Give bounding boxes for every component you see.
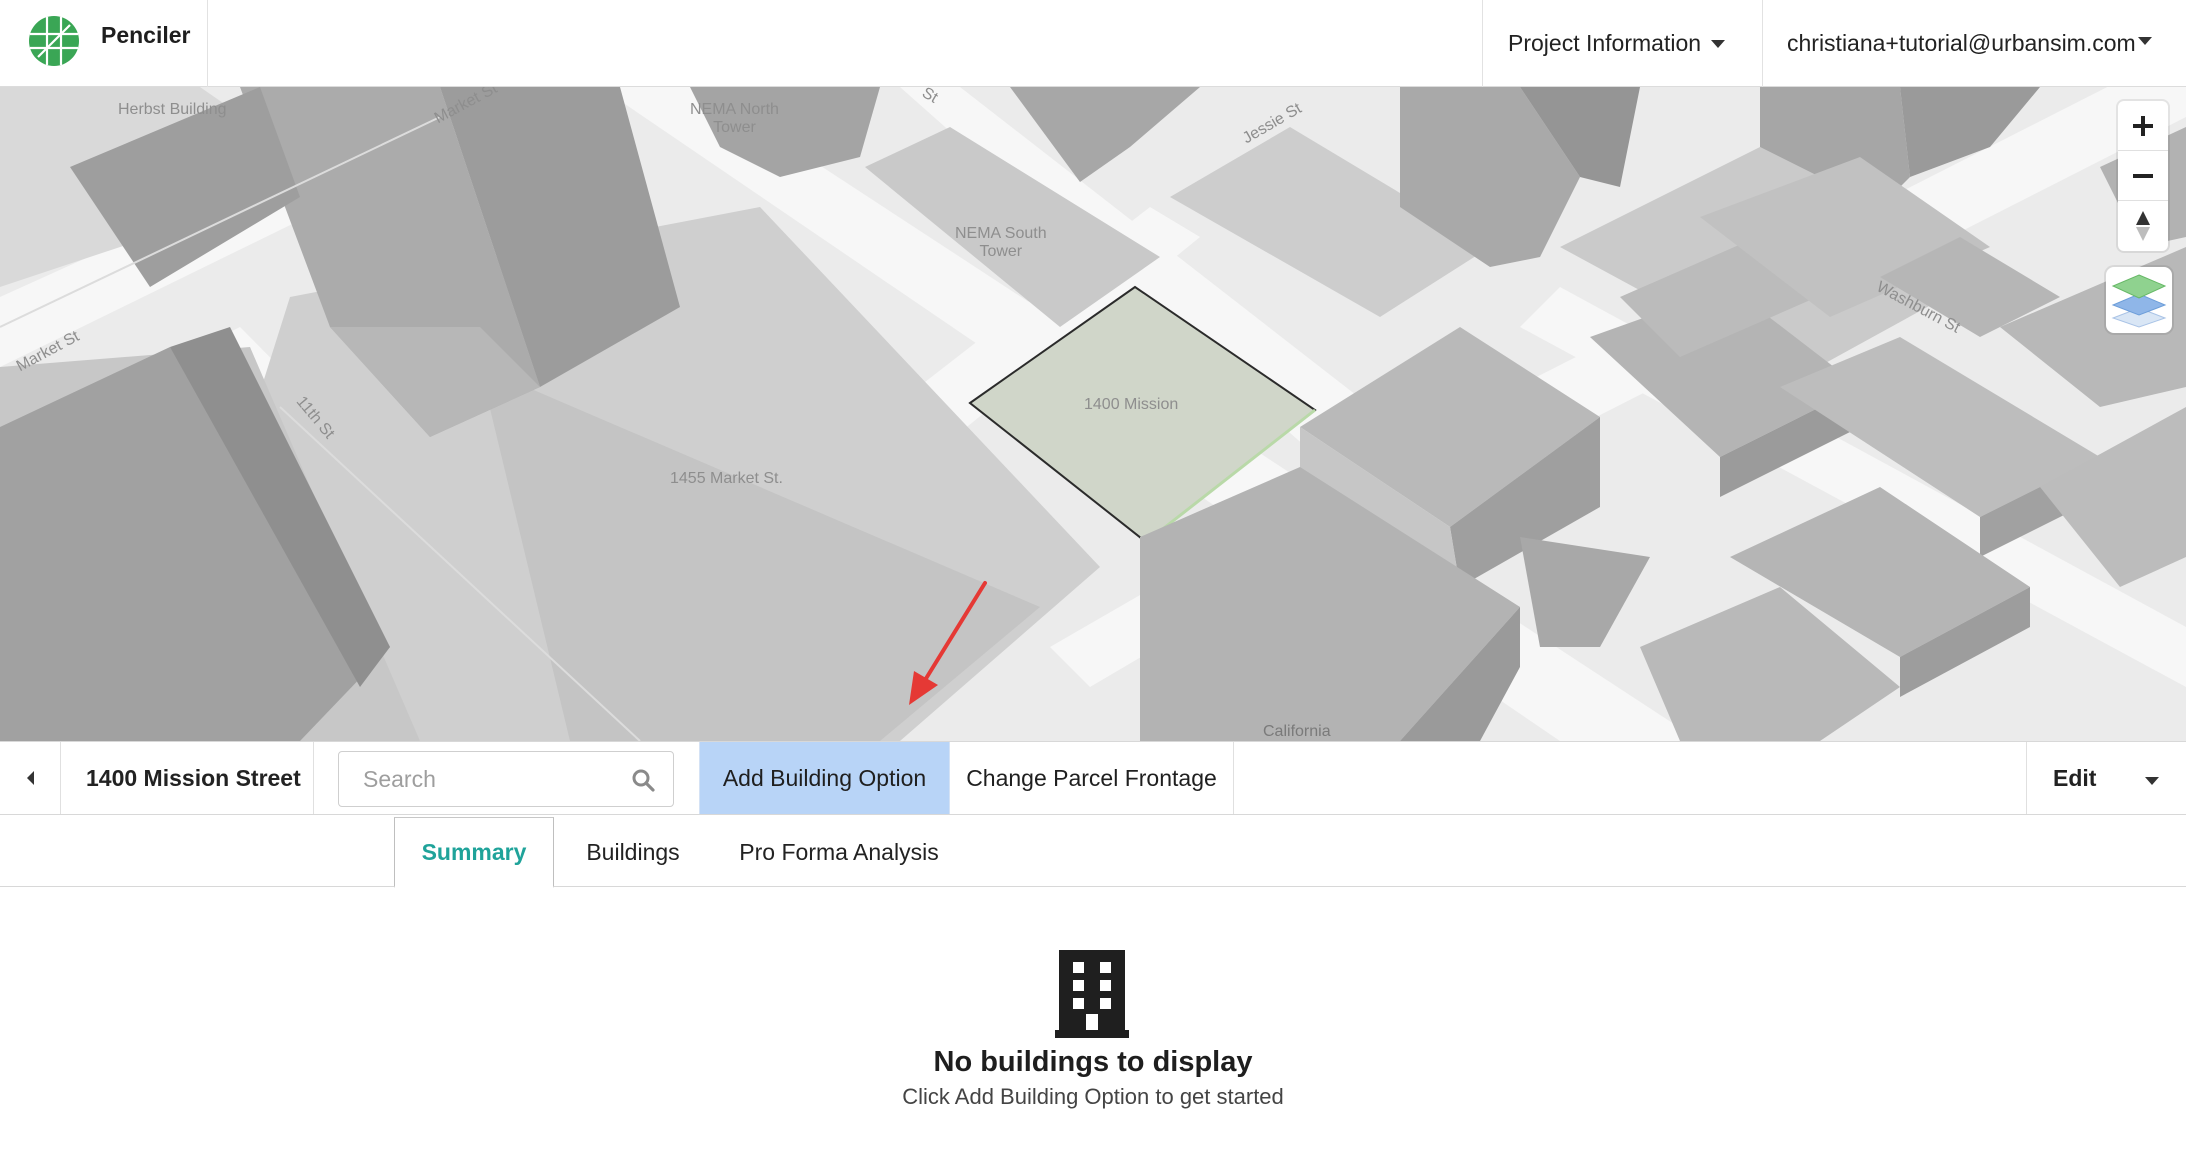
user-menu[interactable]: christiana+tutorial@urbansim.com xyxy=(1762,0,2186,87)
search-icon[interactable] xyxy=(631,768,655,792)
add-building-option-button[interactable]: Add Building Option xyxy=(699,742,950,814)
map-3d-scene[interactable] xyxy=(0,87,2186,741)
map-view[interactable]: Herbst Building Market St NEMA North Tow… xyxy=(0,87,2186,741)
caret-left-icon xyxy=(26,771,34,785)
map-label-herbst-building: Herbst Building xyxy=(118,101,227,118)
chevron-down-icon xyxy=(1711,39,1726,48)
map-label-california: California xyxy=(1263,723,1331,740)
project-information-label: Project Information xyxy=(1508,30,1702,56)
map-label-1455-market-st: 1455 Market St. xyxy=(670,470,783,487)
parcel-name: 1400 Mission Street xyxy=(61,742,314,814)
tab-summary[interactable]: Summary xyxy=(394,817,554,888)
brand[interactable]: Penciler xyxy=(0,0,208,87)
minus-icon xyxy=(2133,173,2153,178)
penciler-logo-icon xyxy=(29,16,79,66)
empty-state-title: No buildings to display xyxy=(933,1046,1253,1078)
edit-menu[interactable]: Edit xyxy=(2026,742,2186,814)
search-box xyxy=(338,751,674,807)
map-layers-button[interactable] xyxy=(2106,267,2172,333)
annotation-arrow-icon xyxy=(909,581,987,705)
zoom-out-button[interactable] xyxy=(2118,151,2168,201)
compass-button[interactable] xyxy=(2118,201,2168,251)
chevron-down-icon xyxy=(2138,37,2152,45)
parcel-toolbar: 1400 Mission Street Add Building Option … xyxy=(0,741,2186,815)
edit-label: Edit xyxy=(2053,764,2097,791)
map-label-nema-north-tower: NEMA North Tower xyxy=(690,101,779,136)
empty-state-subtitle: Click Add Building Option to get started xyxy=(902,1084,1284,1109)
zoom-in-button[interactable] xyxy=(2118,101,2168,151)
compass-icon xyxy=(2136,211,2150,241)
collapse-panel-button[interactable] xyxy=(0,742,61,814)
map-navigation-controls xyxy=(2118,101,2168,251)
project-information-menu[interactable]: Project Information xyxy=(1482,0,1762,87)
tab-pro-forma-analysis[interactable]: Pro Forma Analysis xyxy=(728,817,950,887)
user-email: christiana+tutorial@urbansim.com xyxy=(1787,30,2136,56)
search-input[interactable] xyxy=(339,752,629,806)
building-icon xyxy=(1055,950,1129,1038)
map-label-nema-south-tower: NEMA South Tower xyxy=(955,225,1047,260)
plus-icon xyxy=(2133,115,2153,136)
chevron-down-icon xyxy=(2145,777,2159,785)
top-header: Penciler Project Information christiana+… xyxy=(0,0,2186,87)
app-name: Penciler xyxy=(101,22,191,48)
map-label-1400-mission: 1400 Mission xyxy=(1084,396,1179,413)
detail-tabs: Summary Buildings Pro Forma Analysis xyxy=(0,815,2186,888)
tab-buildings[interactable]: Buildings xyxy=(566,817,700,887)
layers-icon xyxy=(2111,274,2167,328)
change-parcel-frontage-button[interactable]: Change Parcel Frontage xyxy=(950,742,1234,814)
